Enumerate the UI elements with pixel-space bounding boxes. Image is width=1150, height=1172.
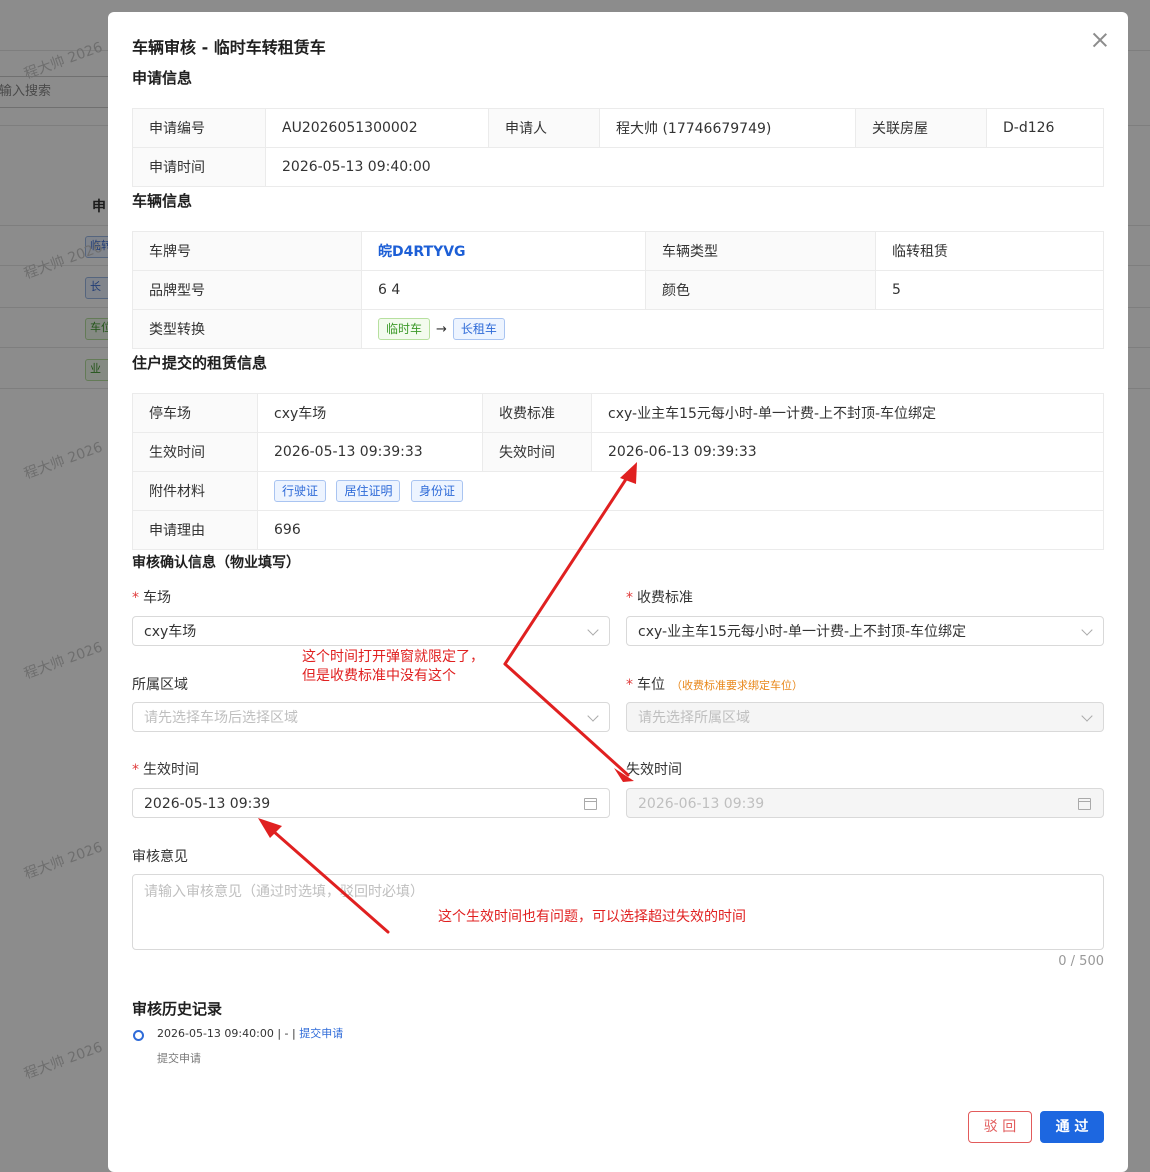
label-color: 颜色 bbox=[645, 270, 876, 310]
area-select[interactable]: 请先选择车场后选择区域 bbox=[132, 702, 610, 732]
table-row: 生效时间 2026-05-13 09:39:33 失效时间 2026-06-13… bbox=[132, 432, 1104, 472]
label-application-time: 申请时间 bbox=[132, 147, 266, 187]
label-end-time: 失效时间 bbox=[482, 432, 592, 472]
value-application-time: 2026-05-13 09:40:00 bbox=[265, 147, 1104, 187]
reject-button[interactable]: 驳 回 bbox=[968, 1111, 1032, 1143]
label-model: 品牌型号 bbox=[132, 270, 362, 310]
label-lot: 停车场 bbox=[132, 393, 258, 433]
attachment-id-card[interactable]: 身份证 bbox=[410, 480, 463, 502]
label-type-convert: 类型转换 bbox=[132, 309, 362, 349]
history-entry-detail: 提交申请 bbox=[157, 1052, 201, 1065]
value-vehicle-type: 临转租赁 bbox=[875, 231, 1104, 271]
chevron-down-icon bbox=[587, 624, 599, 636]
fee-standard-select[interactable]: cxy-业主车15元每小时-单一计费-上不封顶-车位绑定 bbox=[626, 616, 1104, 646]
value-model: 6 4 bbox=[361, 270, 646, 310]
label-reason: 申请理由 bbox=[132, 510, 258, 550]
value-lot: cxy车场 bbox=[257, 393, 483, 433]
close-icon[interactable] bbox=[1090, 30, 1110, 50]
label-house: 关联房屋 bbox=[855, 108, 987, 148]
lease-info-table: 停车场 cxy车场 收费标准 cxy-业主车15元每小时-单一计费-上不封顶-车… bbox=[132, 393, 1104, 550]
character-counter: 0 / 500 bbox=[1058, 954, 1104, 969]
history-action-link[interactable]: 提交申请 bbox=[299, 1027, 343, 1040]
value-house: D-d126 bbox=[986, 108, 1104, 148]
value-attachments: 行驶证 居住证明 身份证 bbox=[257, 471, 1104, 511]
value-fee: cxy-业主车15元每小时-单一计费-上不封顶-车位绑定 bbox=[591, 393, 1104, 433]
value-applicant: 程大帅 (17746679749) bbox=[599, 108, 856, 148]
table-row: 附件材料 行驶证 居住证明 身份证 bbox=[132, 471, 1104, 511]
section-title-history: 审核历史记录 bbox=[132, 1000, 223, 1018]
calendar-icon bbox=[1078, 798, 1091, 810]
field-label-start-time: * 生效时间 bbox=[132, 762, 199, 778]
review-modal: 车辆审核 - 临时车转租赁车 申请信息 申请编号 AU2026051300002… bbox=[108, 12, 1128, 1172]
attachment-driving-license[interactable]: 行驶证 bbox=[274, 480, 327, 502]
attachment-residence-proof[interactable]: 居住证明 bbox=[336, 480, 401, 502]
plate-number[interactable]: 皖D4RTYVG bbox=[378, 244, 466, 260]
field-label-opinion: 审核意见 bbox=[132, 849, 188, 865]
label-vehicle-type: 车辆类型 bbox=[645, 231, 876, 271]
tag-long-term-car: 长租车 bbox=[452, 318, 505, 340]
space-hint: （收费标准要求绑定车位） bbox=[671, 679, 803, 692]
vehicle-info-table: 车牌号 皖D4RTYVG 车辆类型 临转租赁 品牌型号 6 4 颜色 5 类型转… bbox=[132, 231, 1104, 349]
parking-space-select: 请先选择所属区域 bbox=[626, 702, 1104, 732]
table-row: 停车场 cxy车场 收费标准 cxy-业主车15元每小时-单一计费-上不封顶-车… bbox=[132, 393, 1104, 433]
annotation-note-start-time: 这个生效时间也有问题，可以选择超过失效的时间 bbox=[438, 909, 746, 925]
value-end-time: 2026-06-13 09:39:33 bbox=[591, 432, 1104, 472]
pass-button[interactable]: 通 过 bbox=[1040, 1111, 1104, 1143]
value-reason: 696 bbox=[257, 510, 1104, 550]
field-label-lot: * 车场 bbox=[132, 590, 171, 606]
label-start-time: 生效时间 bbox=[132, 432, 258, 472]
value-plate: 皖D4RTYVG bbox=[361, 231, 646, 271]
start-time-picker[interactable]: 2026-05-13 09:39 bbox=[132, 788, 610, 818]
annotation-note-end-time: 这个时间打开弹窗就限定了， 但是收费标准中没有这个 bbox=[302, 649, 484, 684]
label-applicant: 申请人 bbox=[488, 108, 600, 148]
section-title-lease: 住户提交的租赁信息 bbox=[132, 354, 268, 372]
value-color: 5 bbox=[875, 270, 1104, 310]
label-attachments: 附件材料 bbox=[132, 471, 258, 511]
arrow-right-icon: → bbox=[436, 322, 447, 337]
label-application-no: 申请编号 bbox=[132, 108, 266, 148]
tag-temporary-car: 临时车 bbox=[378, 318, 431, 340]
field-label-space: * 车位 （收费标准要求绑定车位） bbox=[626, 677, 803, 693]
chevron-down-icon bbox=[587, 710, 599, 722]
timeline-dot-icon bbox=[133, 1030, 144, 1041]
value-type-convert: 临时车 → 长租车 bbox=[361, 309, 1104, 349]
modal-title: 车辆审核 - 临时车转租赁车 bbox=[132, 38, 326, 57]
section-title-vehicle: 车辆信息 bbox=[132, 192, 193, 210]
table-row: 申请理由 696 bbox=[132, 510, 1104, 550]
chevron-down-icon bbox=[1081, 624, 1093, 636]
table-row: 车牌号 皖D4RTYVG 车辆类型 临转租赁 bbox=[132, 231, 1104, 271]
value-application-no: AU2026051300002 bbox=[265, 108, 489, 148]
field-label-fee: * 收费标准 bbox=[626, 590, 693, 606]
table-row: 申请编号 AU2026051300002 申请人 程大帅 (1774667974… bbox=[132, 108, 1104, 148]
label-plate: 车牌号 bbox=[132, 231, 362, 271]
table-row: 申请时间 2026-05-13 09:40:00 bbox=[132, 147, 1104, 187]
value-start-time: 2026-05-13 09:39:33 bbox=[257, 432, 483, 472]
table-row: 类型转换 临时车 → 长租车 bbox=[132, 309, 1104, 349]
section-title-application: 申请信息 bbox=[132, 69, 193, 87]
end-time-picker: 2026-06-13 09:39 bbox=[626, 788, 1104, 818]
chevron-down-icon bbox=[1081, 710, 1093, 722]
label-fee: 收费标准 bbox=[482, 393, 592, 433]
lot-select[interactable]: cxy车场 bbox=[132, 616, 610, 646]
section-title-review: 审核确认信息（物业填写） bbox=[132, 555, 300, 571]
field-label-area: 所属区域 bbox=[132, 677, 188, 693]
table-row: 品牌型号 6 4 颜色 5 bbox=[132, 270, 1104, 310]
field-label-end-time: 失效时间 bbox=[626, 762, 682, 778]
application-info-table: 申请编号 AU2026051300002 申请人 程大帅 (1774667974… bbox=[132, 108, 1104, 187]
history-entry: 2026-05-13 09:40:00 | - | 提交申请 bbox=[157, 1027, 344, 1040]
calendar-icon bbox=[584, 798, 597, 810]
